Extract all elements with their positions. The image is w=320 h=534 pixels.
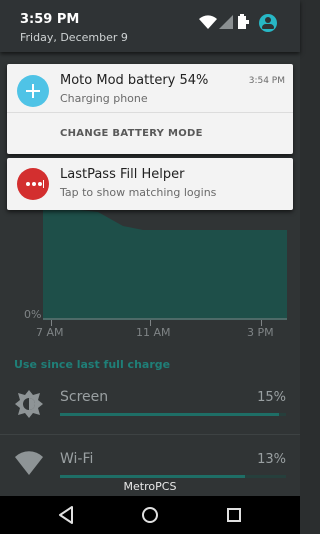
change-battery-mode-button[interactable]: CHANGE BATTERY MODE [60, 128, 203, 139]
divider [0, 434, 300, 435]
divider [7, 112, 293, 113]
navigation-bar [0, 496, 300, 534]
user-avatar-icon[interactable] [259, 14, 277, 32]
clock: 3:59 PM [20, 12, 80, 27]
battery-chart [43, 206, 287, 320]
recents-icon[interactable] [226, 507, 242, 523]
notification-text: Charging phone [60, 92, 148, 105]
brightness-icon [15, 390, 43, 418]
wifi-icon [199, 15, 217, 29]
wifi-icon [15, 451, 43, 475]
battery-charging-icon [238, 14, 249, 29]
usage-bar-fill [60, 413, 280, 416]
carrier-label: MetroPCS [123, 480, 177, 493]
usage-row-screen[interactable]: Screen 15% [0, 375, 300, 433]
x-tick-label: 11 AM [136, 326, 171, 339]
plus-icon [17, 75, 49, 107]
notification-text: Tap to show matching logins [60, 186, 217, 199]
notification-lastpass[interactable]: LastPass Fill Helper Tap to show matchin… [7, 158, 293, 210]
x-tick-label: 7 AM [36, 326, 64, 339]
notification-title: LastPass Fill Helper [60, 167, 185, 182]
usage-label: Wi-Fi [60, 451, 94, 467]
section-title: Use since last full charge [14, 358, 171, 371]
date[interactable]: Friday, December 9 [20, 31, 128, 44]
back-icon[interactable] [58, 506, 74, 524]
usage-bar [60, 413, 286, 416]
x-tick-label: 3 PM [247, 326, 274, 339]
notification-moto-mod-battery[interactable]: Moto Mod battery 54% 3:54 PM Charging ph… [7, 64, 293, 154]
home-icon[interactable] [141, 506, 159, 524]
usage-percent: 13% [257, 452, 286, 467]
quick-status-header[interactable]: 3:59 PM Friday, December 9 [0, 0, 300, 52]
usage-percent: 15% [257, 390, 286, 405]
notification-title: Moto Mod battery 54% [60, 73, 209, 88]
cell-signal-icon [219, 15, 233, 29]
y-axis-min-label: 0% [24, 308, 42, 321]
dots-icon [17, 168, 49, 200]
notification-time: 3:54 PM [248, 76, 285, 86]
battery-level-area [43, 206, 287, 320]
usage-label: Screen [60, 389, 109, 405]
